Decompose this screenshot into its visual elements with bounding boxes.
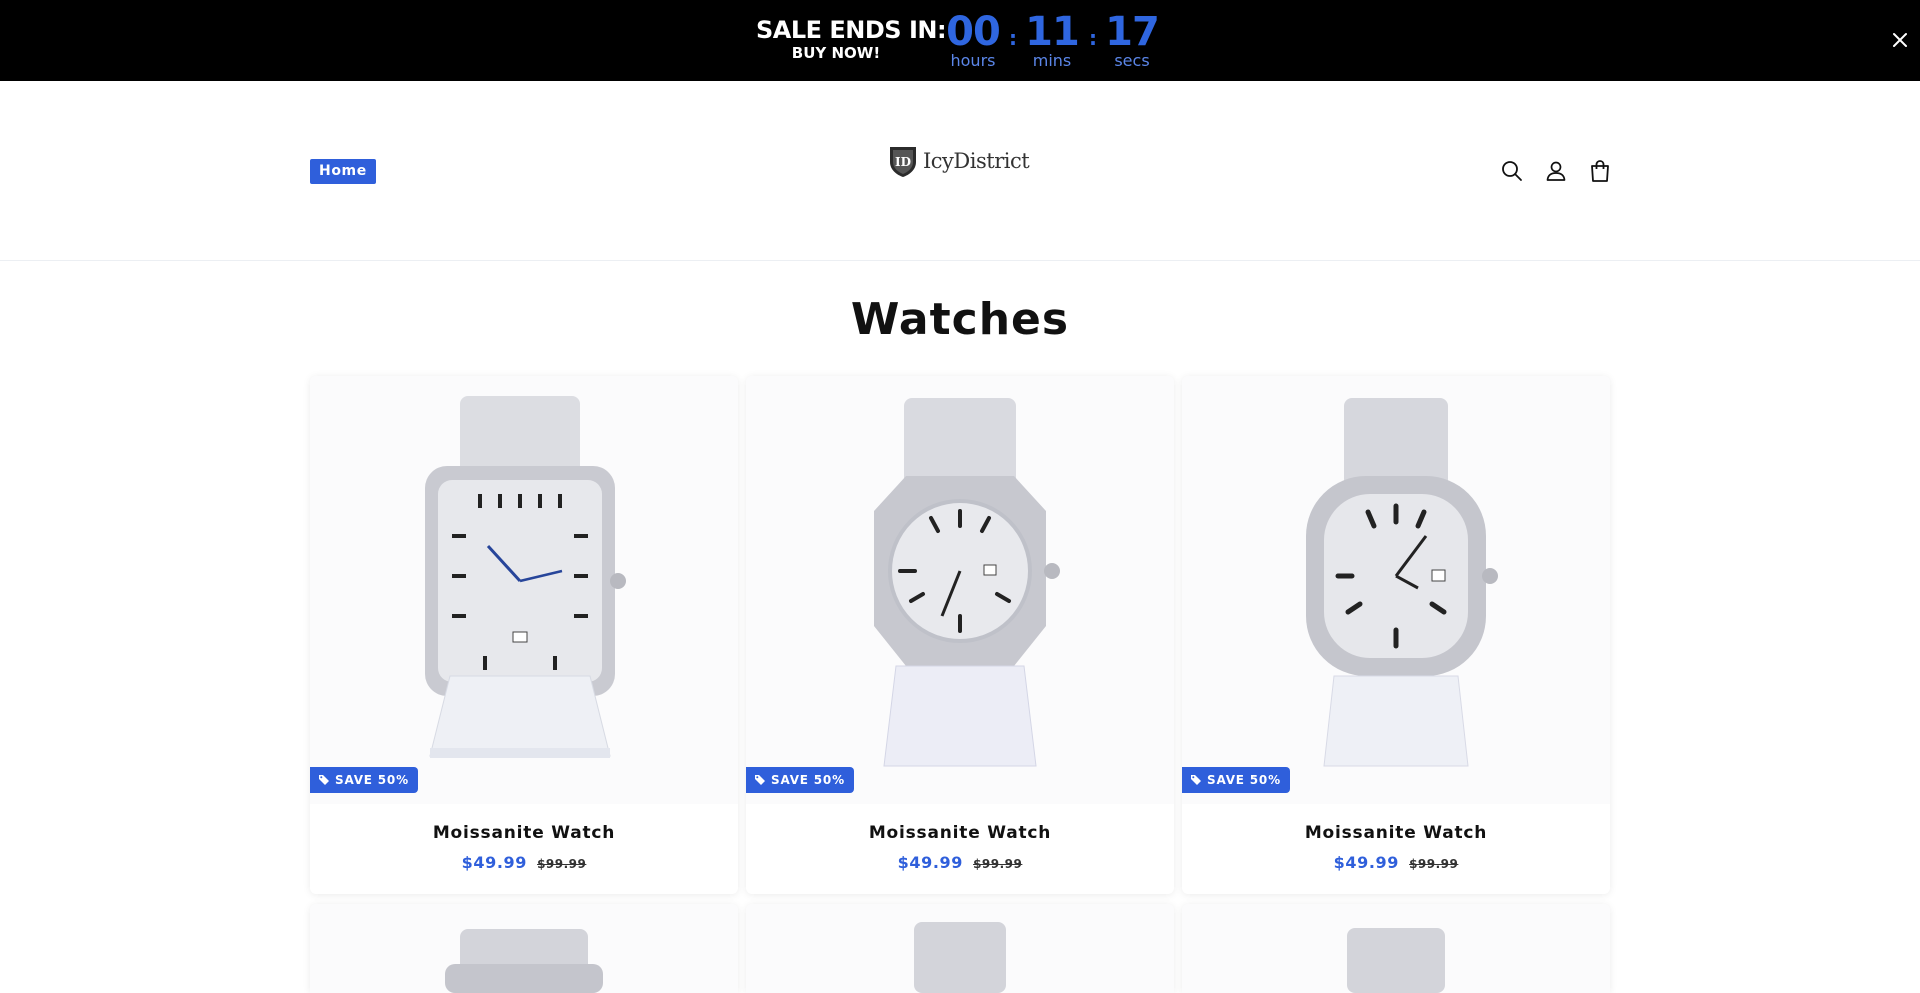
- product-card[interactable]: SAVE 50% Moissanite Watch $49.99 $99.99: [1182, 376, 1610, 894]
- close-announcement-button[interactable]: [1888, 28, 1912, 52]
- watch-image-partial: [310, 904, 738, 993]
- product-image[interactable]: SAVE 50%: [1182, 376, 1610, 804]
- save-badge: SAVE 50%: [746, 767, 854, 793]
- product-title[interactable]: Moissanite Watch: [746, 823, 1174, 843]
- sale-price: $49.99: [461, 853, 527, 872]
- save-badge-label: SAVE 50%: [335, 773, 409, 787]
- compare-price: $99.99: [973, 857, 1023, 871]
- watch-square-image: [425, 396, 626, 758]
- logo-shield-icon: ID: [890, 147, 916, 177]
- save-badge: SAVE 50%: [1182, 767, 1290, 793]
- site-logo[interactable]: ID IcyDistrict: [887, 143, 1030, 179]
- tag-icon: [1191, 775, 1201, 785]
- search-button[interactable]: [1499, 158, 1525, 184]
- account-button[interactable]: [1543, 158, 1569, 184]
- close-icon: [1893, 33, 1907, 47]
- countdown-separator: :: [1089, 26, 1097, 50]
- hours-value: 00: [946, 9, 1001, 55]
- logo-text: IcyDistrict: [923, 149, 1030, 173]
- secs-label: secs: [1114, 51, 1150, 70]
- save-badge-label: SAVE 50%: [771, 773, 845, 787]
- product-title[interactable]: Moissanite Watch: [1182, 823, 1610, 843]
- sale-message: SALE ENDS IN: BUY NOW!: [756, 16, 947, 62]
- logo-mark: ID: [895, 155, 911, 169]
- secs-value: 17: [1105, 9, 1160, 55]
- product-card[interactable]: SAVE 50% Moissanite Watch $49.99 $99.99: [746, 376, 1174, 894]
- product-title[interactable]: Moissanite Watch: [310, 823, 738, 843]
- watch-image-partial: [746, 904, 1174, 993]
- account-icon: [1546, 161, 1566, 181]
- sale-price: $49.99: [897, 853, 963, 872]
- compare-price: $99.99: [1409, 857, 1459, 871]
- product-card[interactable]: SAVE 50% Moissanite Watch $49.99 $99.99: [310, 376, 738, 894]
- tag-icon: [755, 775, 765, 785]
- hours-label: hours: [950, 51, 996, 70]
- collection-title: Watches: [850, 294, 1070, 345]
- product-price: $49.99 $99.99: [310, 853, 738, 872]
- sale-title: SALE ENDS IN:: [756, 16, 947, 44]
- countdown-hours: 00 hours: [943, 9, 1003, 70]
- product-image[interactable]: SAVE 50%: [310, 376, 738, 804]
- countdown-separator: :: [1009, 26, 1017, 50]
- sale-price: $49.99: [1333, 853, 1399, 872]
- tag-icon: [319, 775, 329, 785]
- watch-cushion-image: [1306, 398, 1498, 767]
- product-card[interactable]: [746, 904, 1174, 993]
- sale-subtitle: BUY NOW!: [791, 44, 881, 62]
- product-price: $49.99 $99.99: [746, 853, 1174, 872]
- mins-label: mins: [1032, 51, 1072, 70]
- product-card[interactable]: [1182, 904, 1610, 993]
- product-card[interactable]: [310, 904, 738, 993]
- watch-image-partial: [1182, 904, 1610, 993]
- save-badge: SAVE 50%: [310, 767, 418, 793]
- search-icon: [1502, 161, 1522, 181]
- save-badge-label: SAVE 50%: [1207, 773, 1281, 787]
- product-price: $49.99 $99.99: [1182, 853, 1610, 872]
- cart-icon: [1591, 160, 1609, 182]
- compare-price: $99.99: [537, 857, 587, 871]
- watch-octagon-image: [874, 398, 1060, 767]
- countdown-secs: 17 secs: [1102, 9, 1162, 70]
- announcement-bar: SALE ENDS IN: BUY NOW! 00 hours : 11 min…: [0, 0, 1920, 81]
- mins-value: 11: [1025, 9, 1080, 55]
- cart-button[interactable]: [1587, 158, 1613, 184]
- product-image[interactable]: SAVE 50%: [746, 376, 1174, 804]
- countdown-mins: 11 mins: [1022, 9, 1082, 70]
- nav-home-link[interactable]: Home: [310, 159, 376, 184]
- site-header: Home ID IcyDistrict: [0, 81, 1920, 261]
